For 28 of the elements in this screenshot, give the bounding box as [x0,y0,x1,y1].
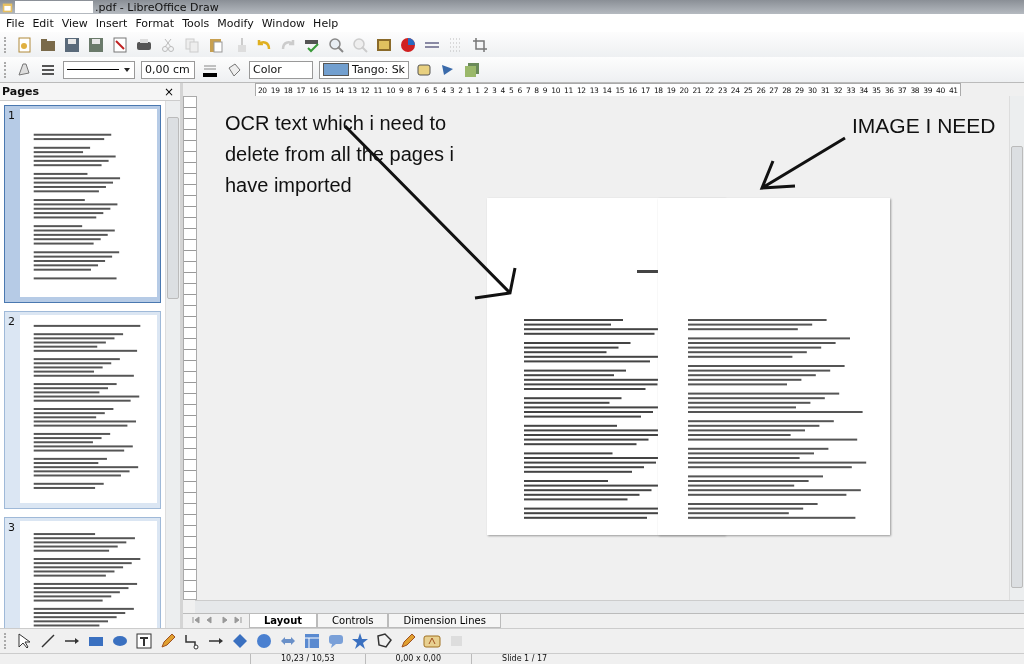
layer-tab[interactable]: Dimension Lines [388,614,501,628]
layer-tab[interactable]: Layout [249,614,318,628]
page-number: 1 [8,109,16,124]
panel-title: Pages [2,85,40,98]
menu-item[interactable]: View [59,16,94,30]
fill-color-dropdown[interactable]: Tango: Sk [319,60,409,79]
page-thumbnail[interactable]: 2 [4,311,161,509]
menu-item[interactable]: File [4,16,31,30]
menu-item[interactable]: Modify [215,16,260,30]
menu-item[interactable]: Help [311,16,345,30]
page-number: 2 [8,315,16,330]
layer-tab[interactable]: Controls [317,614,389,628]
menu-item[interactable]: Insert [93,16,134,30]
status-text: 10,23 / 10,53 [250,654,365,664]
annotation-text: IMAGE I NEED [852,113,996,139]
window-title: .pdf - LibreOffice Draw [95,0,219,14]
status-text: Slide 1 / 17 [471,654,578,664]
close-button[interactable]: × [159,84,178,99]
line-width-field[interactable]: 0,00 cm [141,60,195,79]
menu-item[interactable]: Format [133,16,181,30]
page-number: 3 [8,521,16,536]
page-thumbnail[interactable]: 3 [4,517,161,628]
page-thumbnail[interactable]: 1 [4,105,161,303]
menu-item[interactable]: Tools [180,16,216,30]
menu-item[interactable]: Window [259,16,312,30]
area-style-dropdown[interactable]: Color [249,60,313,79]
status-text: 0,00 x 0,00 [364,654,472,664]
menu-item[interactable]: Edit [30,16,60,30]
